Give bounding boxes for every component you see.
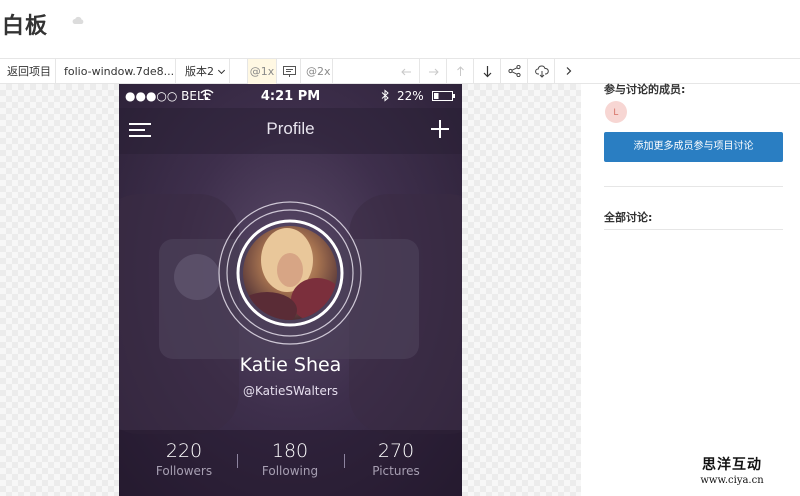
stat-pictures: 270 Pictures: [341, 440, 451, 478]
plus-icon: [431, 120, 449, 138]
page-header: 白板: [0, 0, 800, 58]
stat-value: 270: [377, 440, 415, 462]
share-icon: [508, 65, 521, 77]
stat-value: 220: [165, 440, 203, 462]
cloud-icon: [72, 16, 84, 24]
stat-following: 180 Following: [235, 440, 345, 478]
share-button[interactable]: [501, 59, 528, 84]
background-photo-shape: [174, 254, 220, 300]
upload-icon: [457, 66, 464, 76]
member-avatar[interactable]: L: [605, 101, 627, 123]
undo-icon: [401, 68, 411, 76]
toolbar-gap: [333, 59, 393, 84]
download-icon: [483, 66, 492, 78]
watermark-title: 思洋互动: [702, 457, 762, 473]
comment-icon: [283, 66, 296, 77]
mockup-nav-bar: Profile: [119, 108, 462, 154]
zoom-1x-button[interactable]: @1x: [247, 59, 277, 84]
file-selector[interactable]: folio-window.7de8...: [56, 59, 176, 84]
cloud-download-button[interactable]: [528, 59, 555, 84]
mockup-nav-title: Profile: [266, 119, 315, 138]
add-members-button[interactable]: 添加更多成员参与项目讨论: [604, 132, 783, 162]
stat-label: Pictures: [372, 464, 420, 478]
back-to-project-button[interactable]: 返回项目: [0, 59, 56, 84]
zoom-2x-button[interactable]: @2x: [301, 59, 333, 84]
whiteboard-page: 白板 返回项目 folio-window.7de8... 版本2 @1x @2x: [0, 0, 800, 496]
section-divider: [604, 229, 783, 230]
stat-followers: 220 Followers: [129, 440, 239, 478]
upload-button[interactable]: [447, 59, 474, 84]
profile-mockup-artboard: ●●●○○ BELL 4:21 PM 22% Profile Katie She…: [119, 84, 462, 496]
file-name: folio-window.7de8...: [64, 65, 175, 78]
download-button[interactable]: [474, 59, 501, 84]
version-selector[interactable]: 版本2: [176, 59, 230, 84]
watermark-url: www.ciya.cn: [700, 475, 764, 486]
profile-avatar: [218, 201, 362, 345]
battery-percent: 22%: [397, 89, 424, 103]
undo-button[interactable]: [393, 59, 420, 84]
chevron-right-icon: [566, 67, 572, 75]
bluetooth-icon: [381, 89, 389, 102]
redo-icon: [429, 68, 439, 76]
redo-button[interactable]: [420, 59, 447, 84]
cloud-download-icon: [535, 65, 549, 78]
stat-label: Following: [261, 464, 319, 478]
all-discussions-title: 全部讨论:: [604, 211, 653, 224]
stat-value: 180: [271, 440, 309, 462]
profile-name: Katie Shea: [239, 354, 342, 376]
version-label: 版本2: [185, 65, 214, 78]
profile-stats: 220 Followers 180 Following 270 Pictures: [119, 430, 462, 496]
page-title: 白板: [2, 14, 49, 39]
watermark-logo: 思洋互动 www.ciya.cn: [689, 456, 775, 490]
chevron-down-icon: [217, 66, 226, 75]
section-divider: [604, 186, 783, 187]
members-title: 参与讨论的成员:: [604, 83, 686, 96]
next-button[interactable]: [555, 59, 582, 84]
ios-status-bar: ●●●○○ BELL 4:21 PM 22%: [119, 84, 462, 108]
comment-button[interactable]: [277, 59, 301, 84]
battery-icon: [432, 91, 455, 101]
stat-label: Followers: [155, 464, 213, 478]
discussion-panel: 参与讨论的成员: L 添加更多成员参与项目讨论 全部讨论:: [581, 83, 800, 496]
profile-handle: @KatieSWalters: [242, 384, 339, 398]
